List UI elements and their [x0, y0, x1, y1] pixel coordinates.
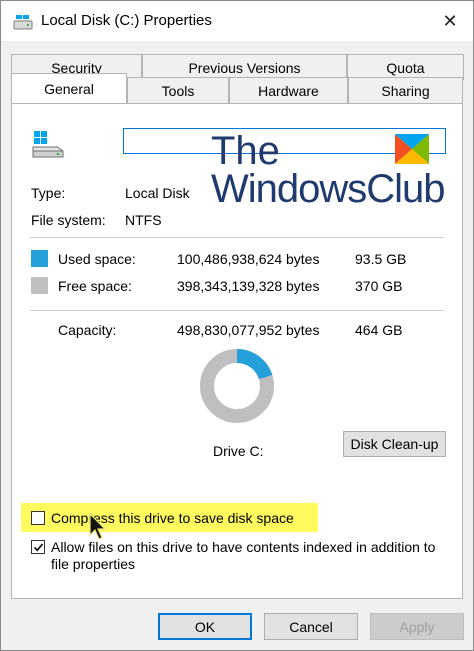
capacity-label: Capacity:	[58, 322, 117, 338]
type-label: Type:	[31, 185, 66, 201]
separator	[30, 237, 444, 238]
free-space-gb: 370 GB	[355, 278, 403, 294]
properties-window: Local Disk (C:) Properties ✕ Security Pr…	[0, 0, 474, 651]
close-icon: ✕	[442, 10, 458, 31]
window-title: Local Disk (C:) Properties	[41, 12, 212, 29]
compress-checkbox[interactable]	[31, 511, 45, 525]
used-space-swatch	[31, 250, 48, 267]
tab-general[interactable]: General	[11, 73, 127, 103]
index-label-line1: Allow files on this drive to have conten…	[51, 539, 436, 555]
tab-tools[interactable]: Tools	[127, 77, 229, 103]
used-space-label: Used space:	[58, 251, 136, 267]
title-bar[interactable]: Local Disk (C:) Properties ✕	[1, 1, 473, 41]
drive-icon	[32, 131, 64, 158]
drive-icon	[13, 15, 33, 30]
index-checkbox[interactable]	[31, 540, 45, 554]
used-space-gb: 93.5 GB	[355, 251, 407, 267]
file-system-label: File system:	[31, 212, 106, 228]
mouse-pointer-icon	[89, 513, 107, 540]
used-space-bytes: 100,486,938,624 bytes	[177, 251, 320, 267]
usage-donut-chart	[200, 349, 274, 423]
compress-label: Compress this drive to save disk space	[51, 510, 294, 526]
free-space-label: Free space:	[58, 278, 132, 294]
file-system-value: NTFS	[125, 212, 162, 228]
windows-logo-icon	[395, 134, 429, 164]
capacity-bytes: 498,830,077,952 bytes	[177, 322, 320, 338]
tab-hardware[interactable]: Hardware	[229, 77, 348, 103]
ok-button[interactable]: OK	[158, 613, 252, 640]
disk-cleanup-button[interactable]: Disk Clean-up	[343, 431, 446, 457]
tab-row-bottom: General Tools Hardware Sharing	[11, 73, 463, 103]
free-space-swatch	[31, 277, 48, 294]
type-value: Local Disk	[125, 185, 190, 201]
capacity-gb: 464 GB	[355, 322, 403, 338]
cancel-button[interactable]: Cancel	[264, 613, 358, 640]
free-space-bytes: 398,343,139,328 bytes	[177, 278, 320, 294]
index-label-line2: file properties	[51, 556, 136, 572]
apply-button[interactable]: Apply	[370, 613, 464, 640]
checkmark-icon	[33, 542, 43, 551]
separator	[30, 310, 444, 311]
drive-label: Drive C:	[213, 443, 264, 459]
close-button[interactable]: ✕	[427, 1, 473, 41]
tab-sharing[interactable]: Sharing	[348, 77, 463, 103]
